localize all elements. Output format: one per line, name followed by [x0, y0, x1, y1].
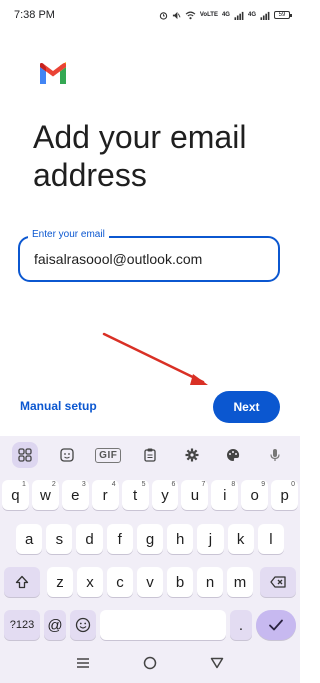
- key-d[interactable]: d: [76, 524, 103, 554]
- key-hint: 0: [291, 481, 296, 488]
- mute-icon: [172, 11, 181, 20]
- signal-icon: [234, 11, 244, 20]
- key-hint: 3: [81, 481, 86, 488]
- apps-grid-icon[interactable]: [11, 442, 38, 468]
- key-n[interactable]: n: [197, 567, 223, 597]
- at-key[interactable]: @: [44, 610, 66, 640]
- emoji-key[interactable]: [70, 610, 96, 640]
- key-i[interactable]: i8: [211, 480, 239, 510]
- symbols-key[interactable]: ?123: [4, 610, 40, 640]
- backspace-key[interactable]: [260, 567, 296, 597]
- signal-icon-2: [260, 11, 270, 20]
- key-hint: 1: [22, 481, 26, 488]
- key-hint: 5: [141, 481, 146, 488]
- key-hint: 7: [201, 481, 206, 488]
- key-j[interactable]: j: [197, 524, 224, 554]
- home-icon[interactable]: [140, 653, 160, 673]
- status-bar: 7:38 PM VoLTE 4G 4G 59: [0, 0, 300, 30]
- system-nav-bar: [0, 643, 300, 683]
- row-3-letters: zxcvbnm: [43, 567, 257, 597]
- manual-setup-button[interactable]: Manual setup: [20, 399, 97, 413]
- sticker-icon[interactable]: [54, 442, 80, 468]
- key-label: y: [161, 486, 169, 504]
- key-k[interactable]: k: [227, 524, 254, 554]
- annotation-arrow: [102, 332, 208, 385]
- key-label: i: [223, 486, 227, 504]
- key-x[interactable]: x: [77, 567, 103, 597]
- key-q[interactable]: q1: [2, 480, 29, 510]
- alarm-icon: [159, 11, 168, 20]
- battery-icon: 59: [274, 11, 292, 19]
- key-hint: 8: [231, 481, 236, 488]
- email-input[interactable]: [20, 238, 278, 280]
- gmail-logo: [38, 62, 68, 86]
- key-r[interactable]: r4: [91, 480, 119, 510]
- key-g[interactable]: g: [136, 524, 164, 554]
- key-label: o: [250, 486, 259, 504]
- palette-icon[interactable]: [220, 442, 246, 468]
- microphone-icon[interactable]: [262, 442, 288, 468]
- back-icon[interactable]: [207, 653, 227, 673]
- key-l[interactable]: l: [257, 524, 284, 554]
- recents-icon[interactable]: [73, 653, 93, 673]
- space-key[interactable]: [100, 610, 226, 640]
- key-p[interactable]: p0: [271, 480, 299, 510]
- next-button[interactable]: Next: [213, 391, 280, 423]
- key-e[interactable]: e3: [61, 480, 89, 510]
- key-row-1: q1w2e3r4t5y6u7i8o9p0: [0, 480, 300, 510]
- key-o[interactable]: o9: [241, 480, 269, 510]
- clipboard-icon[interactable]: [137, 442, 163, 468]
- key-hint: 9: [261, 481, 266, 488]
- email-field[interactable]: [18, 236, 280, 282]
- key-c[interactable]: c: [107, 567, 133, 597]
- key-label: u: [190, 486, 200, 504]
- key-label: p: [280, 486, 289, 504]
- network-type-2: 4G: [247, 12, 256, 18]
- key-hint: 2: [51, 481, 56, 488]
- key-z[interactable]: z: [47, 567, 73, 597]
- dot-key[interactable]: .: [230, 610, 252, 640]
- key-m[interactable]: m: [227, 567, 253, 597]
- key-u[interactable]: u7: [181, 480, 209, 510]
- keyboard-toolbar: GIF: [0, 436, 300, 474]
- key-label: t: [132, 486, 138, 504]
- key-row-3: zxcvbnm: [0, 567, 300, 597]
- key-row-2: asdfghjkl: [0, 524, 300, 554]
- status-time: 7:38 PM: [14, 9, 55, 21]
- key-b[interactable]: b: [167, 567, 193, 597]
- key-h[interactable]: h: [167, 524, 194, 554]
- shift-key[interactable]: [4, 567, 40, 597]
- key-t[interactable]: t5: [121, 480, 149, 510]
- email-field-label: Enter your email: [28, 229, 109, 240]
- key-label: r: [102, 486, 108, 504]
- key-hint: 6: [171, 481, 176, 488]
- enter-key[interactable]: [256, 610, 296, 640]
- page-title: Add your email address: [33, 119, 247, 193]
- key-v[interactable]: v: [137, 567, 163, 597]
- key-a[interactable]: a: [16, 524, 43, 554]
- network-type-1: 4G: [221, 12, 230, 18]
- key-hint: 4: [111, 481, 116, 488]
- settings-icon[interactable]: [179, 442, 205, 468]
- key-label: w: [39, 486, 51, 504]
- key-label: e: [71, 486, 80, 504]
- wifi-icon: [185, 11, 196, 20]
- key-f[interactable]: f: [106, 524, 133, 554]
- volte-icon: VoLTE: [199, 12, 218, 18]
- key-w[interactable]: w2: [31, 480, 59, 510]
- key-label: q: [11, 486, 20, 504]
- key-s[interactable]: s: [46, 524, 73, 554]
- key-y[interactable]: y6: [151, 480, 179, 510]
- gif-button[interactable]: GIF: [95, 442, 122, 468]
- key-row-4: ?123 @ .: [0, 610, 300, 640]
